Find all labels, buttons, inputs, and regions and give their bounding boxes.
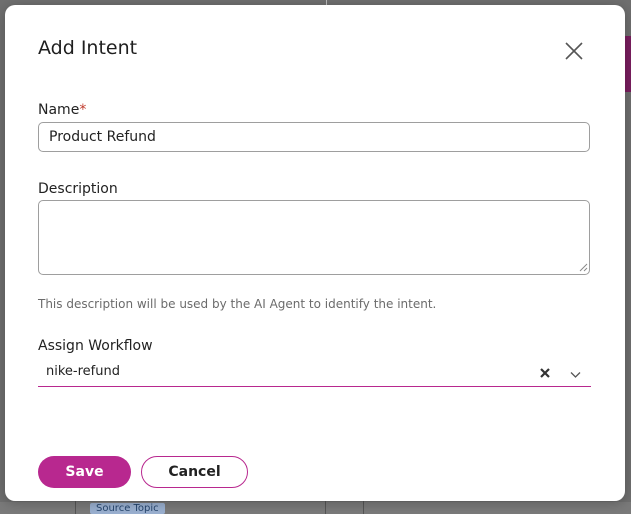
name-label: Name* (38, 102, 86, 118)
background-chip: Source Topic (90, 503, 165, 514)
clear-selection-button[interactable] (538, 365, 552, 379)
chevron-down-icon (570, 372, 581, 378)
required-marker: * (79, 102, 87, 118)
background-divider (325, 500, 326, 514)
background-divider (363, 500, 364, 514)
close-icon (565, 42, 583, 60)
dropdown-toggle[interactable] (569, 366, 582, 379)
clear-icon (540, 368, 550, 378)
background-divider (75, 500, 76, 514)
background-accent-bar (625, 36, 631, 92)
close-button[interactable] (562, 39, 586, 63)
name-label-text: Name (38, 102, 80, 118)
description-helper-text: This description will be used by the AI … (38, 297, 437, 311)
save-button[interactable]: Save (38, 456, 131, 488)
workflow-selected-value: nike-refund (46, 364, 120, 379)
resize-grip-icon[interactable] (579, 263, 588, 272)
workflow-select[interactable]: nike-refund (38, 360, 591, 387)
name-input[interactable] (38, 122, 590, 152)
workflow-label: Assign Workflow (38, 338, 153, 354)
cancel-button[interactable]: Cancel (141, 456, 248, 488)
description-textarea[interactable] (38, 200, 590, 275)
dialog-title: Add Intent (38, 37, 138, 59)
description-label: Description (38, 181, 118, 197)
add-intent-dialog: Add Intent Name* Description This descri… (5, 5, 625, 501)
